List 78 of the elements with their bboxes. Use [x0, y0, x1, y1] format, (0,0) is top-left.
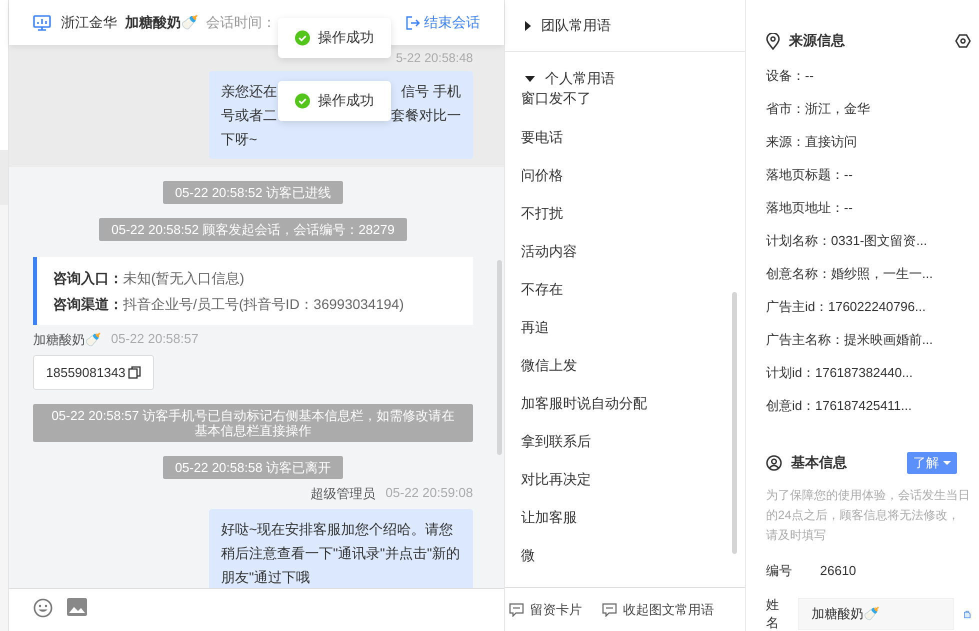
phrase-item[interactable]: 问价格	[521, 156, 729, 194]
sender-name: 加糖酸奶🍼	[33, 331, 101, 349]
exit-icon	[406, 16, 420, 30]
footer-button[interactable]: 留资卡片	[509, 600, 582, 618]
info-label: 咨询入口：	[53, 270, 123, 286]
system-notice: 05-22 20:58:58 访客已离开	[162, 456, 344, 479]
source-info-row-text: 省市：浙江，金华	[766, 100, 871, 118]
group-title: 团队常用语	[541, 17, 611, 35]
source-info-row-text: 计划id：176187382440...	[766, 364, 914, 382]
system-notice: 05-22 20:58:57 访客手机号已自动标记右侧基本信息栏，如需修改请在基本信息栏直接操作	[33, 404, 473, 442]
message-time: 05-22 20:58:57	[111, 331, 198, 348]
message-icon	[602, 602, 617, 616]
phrase-item[interactable]: 拿到联系后	[521, 422, 729, 460]
section-title: 基本信息	[791, 454, 847, 472]
info-label: 咨询渠道：	[53, 296, 123, 312]
scrollbar[interactable]	[732, 292, 737, 554]
monitor-icon	[33, 14, 51, 30]
field-label: 姓名	[766, 596, 780, 631]
message-time: 05-22 20:59:08	[386, 485, 473, 502]
phrase-item[interactable]: 微	[521, 536, 729, 574]
caret-icon	[525, 21, 531, 31]
phrase-item[interactable]: 不打扰	[521, 194, 729, 232]
emoji-icon[interactable]	[33, 598, 53, 618]
group-title: 个人常用语	[545, 70, 615, 88]
name-input[interactable]: 加糖酸奶🍼	[798, 598, 954, 630]
check-circle-icon	[295, 30, 310, 46]
field-value: 26610	[820, 563, 856, 578]
system-notice: 05-22 20:58:52 访客已进线	[162, 181, 344, 204]
source-info-row-text: 广告主名称：提米映画婚前...	[766, 330, 934, 349]
region-label: 浙江金华	[61, 14, 117, 32]
phrase-item[interactable]: 窗口发不了	[521, 88, 729, 108]
phrase-item[interactable]: 对比再决定	[521, 460, 729, 498]
image-icon[interactable]	[67, 598, 87, 616]
hint-text: 为了保障您的使用体验，会话发生当日的24点之后，顾客信息将无法修改，请及时填写	[766, 486, 971, 544]
toast-text: 操作成功	[318, 92, 374, 110]
source-info-row-text: 设备：--	[766, 66, 815, 85]
field-label: 编号	[766, 562, 793, 580]
phrase-item[interactable]: 活动内容	[521, 232, 729, 270]
source-info-row-text: 广告主id：176022240796...	[766, 298, 927, 316]
settings-icon[interactable]	[955, 33, 971, 50]
phrase-item[interactable]: 不存在	[521, 270, 729, 308]
phrase-item[interactable]: 微信上发	[521, 346, 729, 384]
scrollbar[interactable]	[497, 260, 502, 455]
system-notice: 05-22 20:58:52 顾客发起会话，会话编号：28279	[99, 218, 407, 241]
source-info-row-text: 落地页标题：--	[766, 166, 854, 184]
source-info-row-text: 创意名称：婚纱照，一生一...	[766, 264, 934, 283]
source-info-row-text: 计划名称：0331-图文留资...	[766, 232, 928, 250]
message-bubble: 好哒~现在安排客服加您个绍哈。请您稍后注意查看一下"通讯录"并点击"新的朋友"通过下哦	[209, 509, 473, 588]
visitor-name: 加糖酸奶🍼	[125, 14, 198, 32]
info-value: 抖音企业号/员工号(抖音号ID：36993034194)	[123, 296, 404, 312]
toast-text: 操作成功	[318, 29, 374, 47]
copy-icon[interactable]	[128, 366, 141, 379]
message-time: 5-22 20:58:48	[396, 51, 473, 65]
message-text: 号或者二	[221, 106, 277, 125]
caret-icon	[525, 76, 535, 82]
section-title: 来源信息	[789, 32, 845, 50]
message-text: 下呀~	[221, 130, 258, 149]
phrase-item[interactable]: 加客服时说自动分配	[521, 384, 729, 422]
caret-icon	[943, 461, 951, 466]
message-icon	[509, 602, 524, 616]
footer-button[interactable]: 收起图文常用语	[602, 600, 714, 618]
phrase-item[interactable]: 要电话	[521, 118, 729, 156]
message-text: 亲您还在	[221, 82, 277, 101]
message-text: 信号 手机	[401, 82, 461, 101]
phone-number: 18559081343	[46, 365, 126, 380]
info-value: 未知(暂无入口信息)	[123, 270, 244, 286]
message-text: 套餐对比一	[391, 106, 461, 125]
user-icon	[766, 455, 782, 472]
session-time: 会话时间：	[206, 14, 276, 32]
check-circle-icon	[295, 93, 310, 109]
source-info-row-text: 落地页地址：--	[766, 198, 854, 217]
source-info-row-text: 来源：直接访问	[766, 132, 858, 151]
phrase-item[interactable]: 再追	[521, 308, 729, 346]
sender-name: 超级管理员	[310, 485, 376, 503]
phrase-item[interactable]: 让加客服	[521, 498, 729, 536]
source-info-row-text: 创意id：176187425411...	[766, 396, 913, 415]
location-pin-icon	[766, 32, 780, 50]
end-session-button[interactable]: 结束会话	[406, 14, 480, 32]
